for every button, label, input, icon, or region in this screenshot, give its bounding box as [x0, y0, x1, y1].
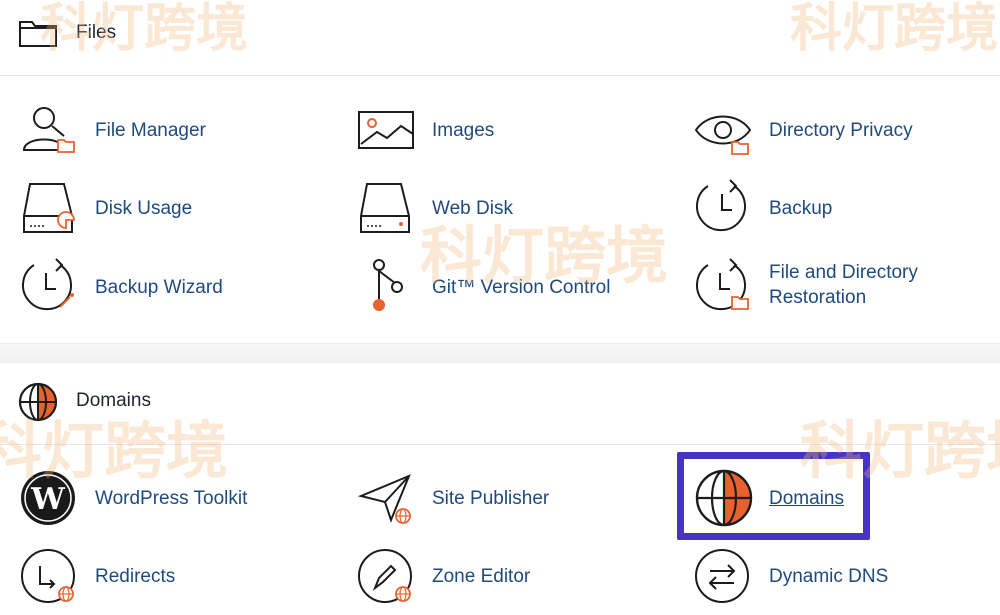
backup-wizard-label: Backup Wizard: [95, 277, 223, 298]
git-version-control-label: Git™ Version Control: [432, 277, 611, 298]
tool-git-version-control[interactable]: Git™ Version Control: [357, 255, 657, 319]
wordpress-toolkit-label: WordPress Toolkit: [95, 488, 248, 509]
folder-icon: [19, 21, 57, 47]
tool-redirects[interactable]: Redirects: [20, 544, 320, 608]
eye-folder-icon: [694, 115, 752, 155]
site-publisher-label: Site Publisher: [432, 488, 550, 509]
git-branch-icon: [373, 259, 403, 311]
dynamic-dns-label: Dynamic DNS: [769, 566, 889, 587]
wordpress-icon: W: [21, 471, 75, 525]
zone-editor-label: Zone Editor: [432, 566, 531, 587]
tool-wordpress-toolkit[interactable]: W WordPress Toolkit: [20, 466, 320, 530]
file-manager-icon: [22, 107, 75, 153]
disk-usage-label: Disk Usage: [95, 198, 193, 219]
tool-directory-privacy[interactable]: Directory Privacy: [694, 98, 994, 162]
svg-text:W: W: [30, 482, 66, 517]
redirects-label: Redirects: [95, 566, 176, 587]
tool-site-publisher[interactable]: Site Publisher: [357, 466, 657, 530]
restore-clock-icon: [696, 258, 749, 311]
tool-file-directory-restoration[interactable]: File and Directory Restoration: [694, 255, 994, 319]
highlight-box: [677, 452, 870, 540]
file-manager-label: File Manager: [95, 120, 206, 141]
files-section-title: Files: [76, 22, 117, 43]
domains-section-title: Domains: [76, 390, 151, 411]
tool-backup[interactable]: Backup: [694, 176, 994, 240]
files-section-header: Files: [0, 0, 1000, 76]
tool-backup-wizard[interactable]: Backup Wizard: [20, 255, 320, 319]
disk-icon: [23, 183, 75, 233]
globe-icon: [18, 382, 58, 422]
web-disk-label: Web Disk: [432, 198, 513, 219]
tool-disk-usage[interactable]: Disk Usage: [20, 176, 320, 240]
tool-dynamic-dns[interactable]: Dynamic DNS: [694, 544, 994, 608]
section-divider: [0, 343, 1000, 363]
dynamic-dns-icon: [695, 549, 749, 603]
tool-web-disk[interactable]: Web Disk: [357, 176, 657, 240]
backup-label: Backup: [769, 198, 833, 219]
backup-wizard-icon: [22, 258, 74, 311]
images-label: Images: [432, 120, 495, 141]
backup-clock-icon: [696, 179, 746, 232]
image-icon: [358, 111, 414, 149]
tool-images[interactable]: Images: [357, 98, 657, 162]
tool-zone-editor[interactable]: Zone Editor: [357, 544, 657, 608]
redirect-icon: [21, 549, 75, 603]
zone-editor-icon: [358, 549, 412, 603]
paper-plane-icon: [357, 474, 411, 524]
domains-section-header: Domains: [0, 362, 1000, 445]
directory-privacy-label: Directory Privacy: [769, 120, 913, 141]
file-directory-restoration-label: File and Directory Restoration: [769, 262, 918, 308]
tool-file-manager[interactable]: File Manager: [20, 98, 320, 162]
web-disk-icon: [360, 183, 410, 233]
